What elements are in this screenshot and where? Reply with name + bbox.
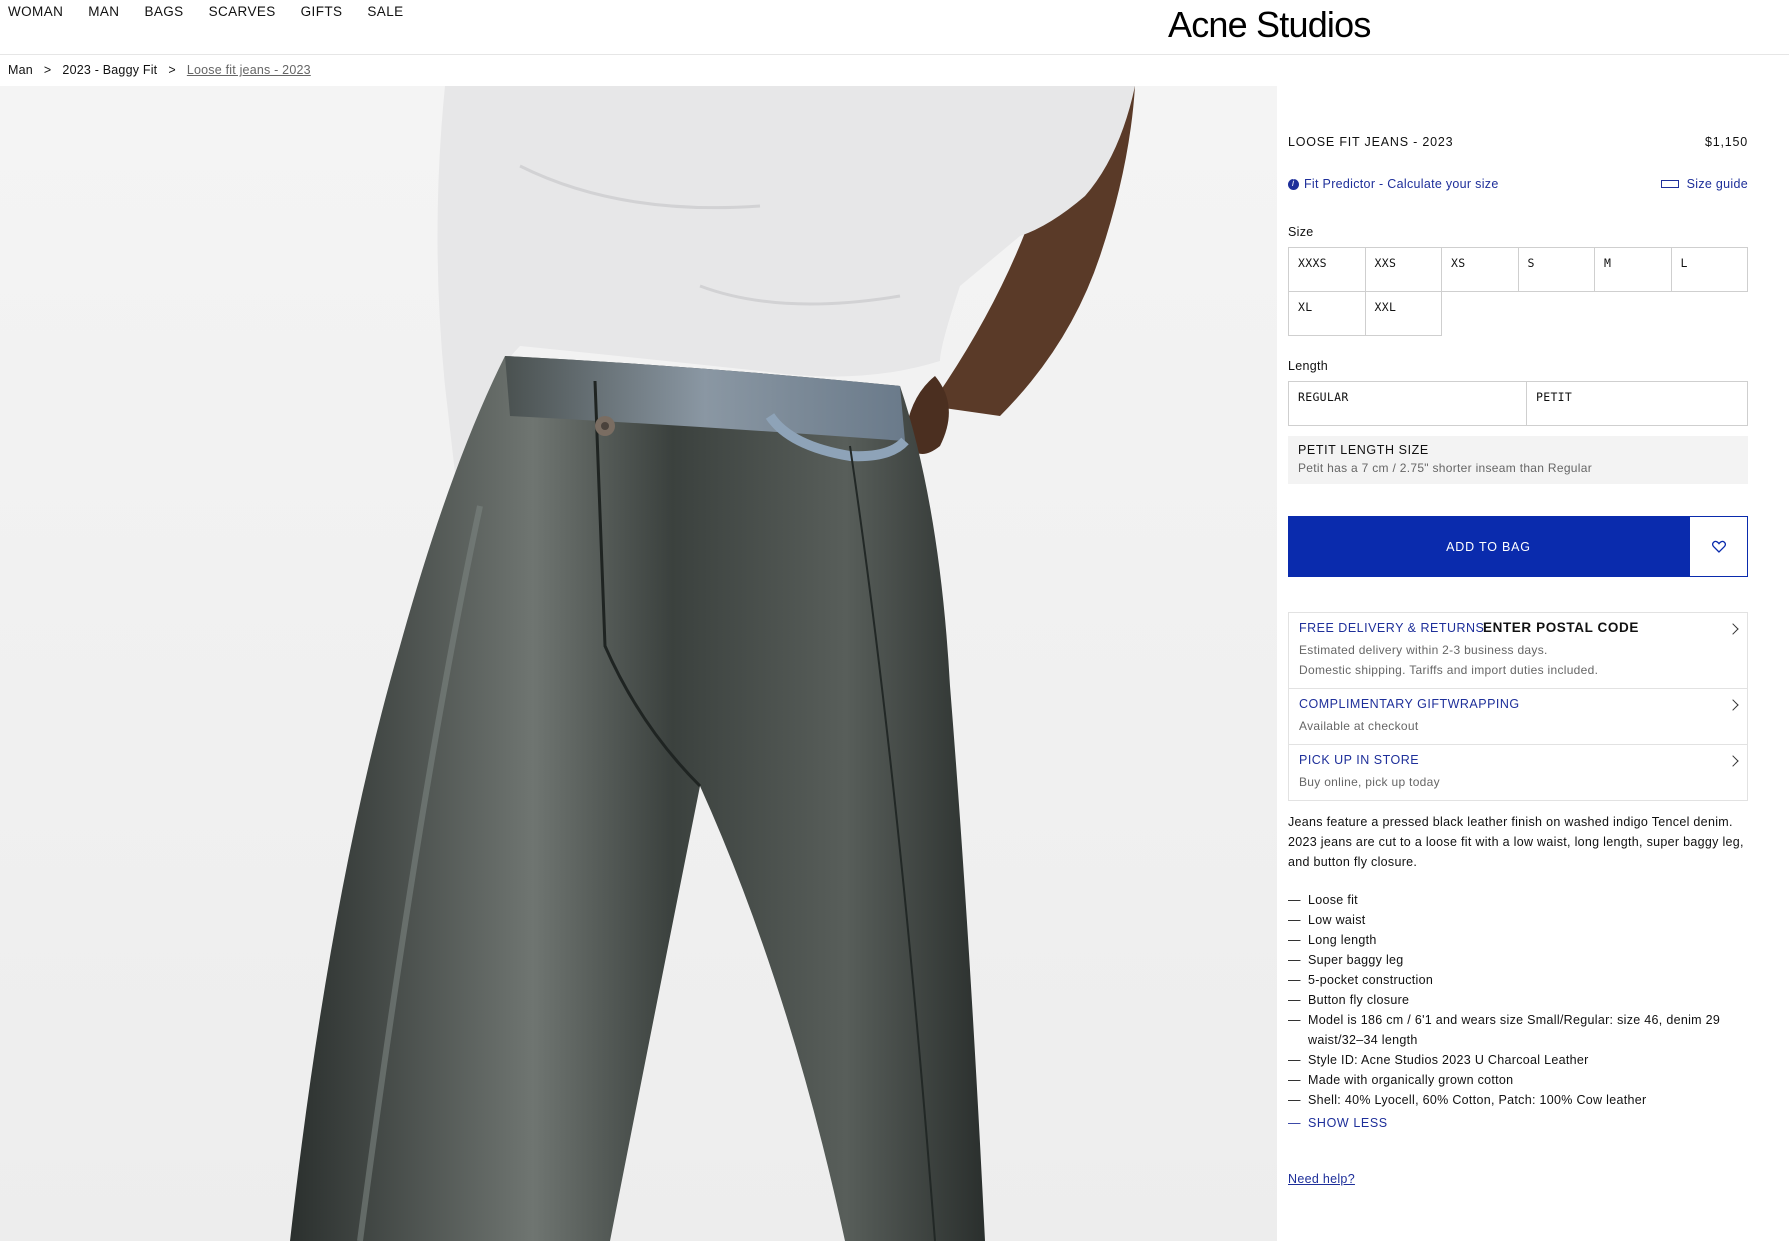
breadcrumb-man[interactable]: Man [8,63,33,77]
delivery-returns-item[interactable]: FREE DELIVERY & RETURNS ENTER POSTAL COD… [1289,613,1747,689]
product-description: Jeans feature a pressed black leather fi… [1288,815,1744,869]
size-option-xxs[interactable]: XXS [1365,248,1442,292]
feature-list: Loose fit Low waist Long length Super ba… [1288,890,1748,1110]
length-selector: REGULAR PETIT [1288,381,1748,426]
add-to-bag-button[interactable]: ADD TO BAG [1288,516,1689,577]
need-help-link[interactable]: Need help? [1288,1172,1355,1186]
feature-item: Style ID: Acne Studios 2023 U Charcoal L… [1288,1050,1748,1070]
petit-note-description: Petit has a 7 cm / 2.75" shorter inseam … [1298,461,1593,475]
ruler-icon [1660,180,1679,188]
product-price: $1,150 [1704,135,1748,149]
feature-item: Made with organically grown cotton [1288,1070,1748,1090]
feature-item: Shell: 40% Lyocell, 60% Cotton, Patch: 1… [1288,1090,1748,1110]
fit-predictor-label: Fit Predictor - Calculate your size [1304,177,1499,191]
breadcrumb-separator: > [43,63,52,77]
feature-item: Model is 186 cm / 6'1 and wears size Sma… [1288,1010,1748,1050]
feature-item: 5-pocket construction [1288,970,1748,990]
product-name: LOOSE FIT JEANS - 2023 [1288,135,1454,149]
nav-woman[interactable]: WOMAN [8,4,63,19]
length-label: Length [1288,359,1329,373]
breadcrumb: Man > 2023 - Baggy Fit > Loose fit jeans… [8,63,311,77]
size-option-xxl[interactable]: XXL [1365,292,1442,336]
giftwrapping-title: COMPLIMENTARY GIFTWRAPPING [1299,697,1520,711]
delivery-estimate-line: Estimated delivery within 2-3 business d… [1299,643,1548,657]
service-info-box: FREE DELIVERY & RETURNS ENTER POSTAL COD… [1288,612,1748,801]
feature-item: Button fly closure [1288,990,1748,1010]
giftwrapping-item[interactable]: COMPLIMENTARY GIFTWRAPPING Available at … [1289,689,1747,745]
nav-man[interactable]: MAN [88,4,119,19]
size-option-xs[interactable]: XS [1442,248,1519,292]
feature-item: Low waist [1288,910,1748,930]
postal-code-prompt[interactable]: ENTER POSTAL CODE [1483,620,1639,635]
size-guide-link[interactable]: Size guide [1660,177,1748,191]
petit-length-note: PETIT LENGTH SIZE Petit has a 7 cm / 2.7… [1288,436,1748,484]
size-option-m[interactable]: M [1595,248,1672,292]
brand-logo[interactable]: Acne Studios [1168,4,1371,46]
main-menu: WOMAN MAN BAGS SCARVES GIFTS SALE [8,4,404,19]
nav-gifts[interactable]: GIFTS [301,4,343,19]
size-option-s[interactable]: S [1518,248,1595,292]
pickup-desc: Buy online, pick up today [1299,775,1440,789]
size-label: Size [1288,225,1314,239]
info-icon [1288,178,1299,190]
product-image[interactable] [0,86,1277,1241]
breadcrumb-separator: > [168,63,176,77]
wishlist-button[interactable] [1689,516,1748,577]
show-less-toggle[interactable]: SHOW LESS [1288,1116,1388,1130]
size-option-xxxs[interactable]: XXXS [1289,248,1366,292]
delivery-estimate: Estimated delivery within 2-3 business d… [1299,640,1737,680]
length-option-petit[interactable]: PETIT [1526,382,1749,425]
delivery-shipping-line: Domestic shipping. Tariffs and import du… [1299,663,1599,677]
top-navigation: WOMAN MAN BAGS SCARVES GIFTS SALE Acne S… [0,0,1789,55]
product-title-row: LOOSE FIT JEANS - 2023 $1,150 [1288,135,1748,149]
length-option-regular[interactable]: REGULAR [1289,382,1526,425]
feature-item: Long length [1288,930,1748,950]
breadcrumb-current[interactable]: Loose fit jeans - 2023 [187,63,311,77]
product-photo-illustration [0,86,1277,1241]
size-selector: XXXS XXS XS S M L XL XXL [1288,247,1748,336]
heart-icon [1711,540,1726,553]
pickup-in-store-item[interactable]: PICK UP IN STORE Buy online, pick up tod… [1289,745,1747,800]
size-option-l[interactable]: L [1671,248,1748,292]
pickup-title: PICK UP IN STORE [1299,753,1420,767]
size-option-xl[interactable]: XL [1289,292,1366,336]
breadcrumb-baggy-fit[interactable]: 2023 - Baggy Fit [62,63,157,77]
feature-item: Loose fit [1288,890,1748,910]
feature-item: Super baggy leg [1288,950,1748,970]
nav-bags[interactable]: BAGS [144,4,183,19]
nav-scarves[interactable]: SCARVES [209,4,276,19]
petit-note-title: PETIT LENGTH SIZE [1298,443,1429,457]
giftwrapping-desc: Available at checkout [1299,719,1419,733]
fit-predictor-link[interactable]: Fit Predictor - Calculate your size [1288,177,1499,191]
purchase-actions: ADD TO BAG [1288,516,1748,577]
nav-sale[interactable]: SALE [367,4,403,19]
size-guide-label: Size guide [1686,177,1748,191]
